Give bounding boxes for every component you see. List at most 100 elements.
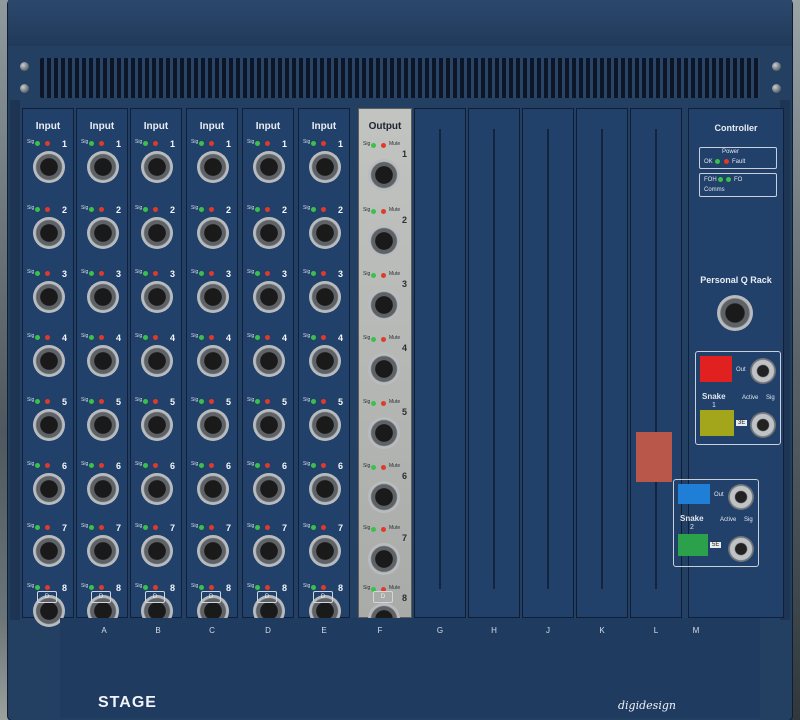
xlr-input-connector[interactable] — [87, 409, 119, 441]
sig-label: Sig — [303, 333, 311, 339]
xlr-input-connector[interactable] — [141, 217, 173, 249]
mute-label: Mute — [389, 207, 401, 213]
sig-label: Sig — [81, 139, 89, 145]
phantom-led-icon — [321, 207, 326, 212]
xlr-input-connector[interactable] — [253, 217, 285, 249]
xlr-input-connector[interactable] — [141, 151, 173, 183]
sig-label: Sig — [191, 461, 199, 467]
xlr-output-connector[interactable] — [368, 543, 400, 575]
input-channel: Sig 6 — [299, 461, 349, 521]
screw-icon — [772, 84, 781, 93]
xlr-input-connector[interactable] — [33, 345, 65, 377]
xlr-input-connector[interactable] — [197, 151, 229, 183]
xlr-output-connector[interactable] — [368, 417, 400, 449]
xlr-input-connector[interactable] — [33, 535, 65, 567]
xlr-input-connector[interactable] — [253, 281, 285, 313]
xlr-input-connector[interactable] — [253, 151, 285, 183]
sig-led-icon — [371, 209, 376, 214]
sig-label: Sig — [363, 207, 371, 213]
fo-led-icon — [726, 177, 731, 182]
sig-label: Sig — [135, 205, 143, 211]
xlr-input-connector[interactable] — [141, 281, 173, 313]
xlr-output-connector[interactable] — [368, 289, 400, 321]
sig-label: Sig — [135, 397, 143, 403]
xlr-input-connector[interactable] — [87, 535, 119, 567]
phantom-led-icon — [45, 463, 50, 468]
xlr-input-connector[interactable] — [33, 151, 65, 183]
xlr-input-connector[interactable] — [309, 409, 341, 441]
mute-led-icon — [381, 209, 386, 214]
fo-label: FO — [734, 177, 743, 183]
xlr-input-connector[interactable] — [309, 473, 341, 505]
sig-label: Sig — [135, 333, 143, 339]
channel-number: 2 — [61, 205, 67, 215]
xlr-input-connector[interactable] — [309, 217, 341, 249]
channel-number: 6 — [61, 461, 67, 471]
snake-2-out-bnc-connector[interactable] — [728, 484, 754, 510]
xlr-input-connector[interactable] — [87, 281, 119, 313]
comms-label: Comms — [704, 187, 725, 193]
personal-q-xlr-connector[interactable] — [717, 295, 753, 331]
sig-led-icon — [311, 335, 316, 340]
sig-led-icon — [255, 271, 260, 276]
phantom-led-icon — [265, 335, 270, 340]
xlr-input-connector[interactable] — [33, 473, 65, 505]
input-card: Input Sig 1 Sig 2 Sig 3 Sig 4 Sig 5 Sig 6 Sig 7 Sig 8 D — [76, 108, 128, 627]
xlr-input-connector[interactable] — [141, 473, 173, 505]
snake-2-in-bnc-connector[interactable] — [728, 536, 754, 562]
channel-number: 1 — [115, 139, 121, 149]
xlr-input-connector[interactable] — [309, 535, 341, 567]
channel-number: 6 — [115, 461, 121, 471]
xlr-output-connector[interactable] — [368, 481, 400, 513]
xlr-input-connector[interactable] — [141, 535, 173, 567]
phantom-led-icon — [99, 141, 104, 146]
power-box: Power OK Fault — [699, 147, 777, 169]
xlr-input-connector[interactable] — [87, 345, 119, 377]
xlr-output-connector[interactable] — [368, 353, 400, 385]
sig-led-icon — [143, 463, 148, 468]
snake-2-active-label: Active — [720, 517, 737, 523]
channel-number: 6 — [169, 461, 175, 471]
xlr-input-connector[interactable] — [309, 345, 341, 377]
xlr-input-connector[interactable] — [309, 151, 341, 183]
xlr-input-connector[interactable] — [197, 345, 229, 377]
sig-led-icon — [89, 399, 94, 404]
sig-label: Sig — [135, 523, 143, 529]
snake-2-tag — [678, 534, 708, 556]
sig-label: Sig — [247, 205, 255, 211]
channel-number: 8 — [225, 583, 231, 593]
xlr-input-connector[interactable] — [87, 473, 119, 505]
xlr-input-connector[interactable] — [33, 281, 65, 313]
xlr-input-connector[interactable] — [87, 151, 119, 183]
xlr-input-connector[interactable] — [309, 281, 341, 313]
snake-1-out-bnc-connector[interactable] — [750, 358, 776, 384]
input-channel: Sig 3 — [299, 269, 349, 329]
xlr-input-connector[interactable] — [33, 217, 65, 249]
xlr-input-connector[interactable] — [141, 409, 173, 441]
xlr-input-connector[interactable] — [197, 409, 229, 441]
xlr-input-connector[interactable] — [253, 535, 285, 567]
xlr-input-connector[interactable] — [253, 409, 285, 441]
phantom-led-icon — [321, 463, 326, 468]
xlr-output-connector[interactable] — [368, 159, 400, 191]
sig-label: Sig — [247, 269, 255, 275]
sig-label: Sig — [363, 585, 371, 591]
input-channel: Sig 6 — [243, 461, 293, 521]
xlr-output-connector[interactable] — [368, 225, 400, 257]
xlr-input-connector[interactable] — [253, 473, 285, 505]
phantom-led-icon — [45, 585, 50, 590]
xlr-input-connector[interactable] — [197, 217, 229, 249]
xlr-input-connector[interactable] — [253, 345, 285, 377]
slot-letter: D — [265, 626, 271, 635]
xlr-input-connector[interactable] — [87, 217, 119, 249]
xlr-input-connector[interactable] — [141, 345, 173, 377]
snake-1-in-bnc-connector[interactable] — [750, 412, 776, 438]
channel-number: 5 — [337, 397, 343, 407]
xlr-input-connector[interactable] — [197, 281, 229, 313]
xlr-input-connector[interactable] — [197, 535, 229, 567]
output-channel: Sig Mute 3 — [359, 271, 411, 331]
xlr-input-connector[interactable] — [197, 473, 229, 505]
phantom-led-icon — [209, 271, 214, 276]
sig-label: Sig — [27, 139, 35, 145]
xlr-input-connector[interactable] — [33, 409, 65, 441]
